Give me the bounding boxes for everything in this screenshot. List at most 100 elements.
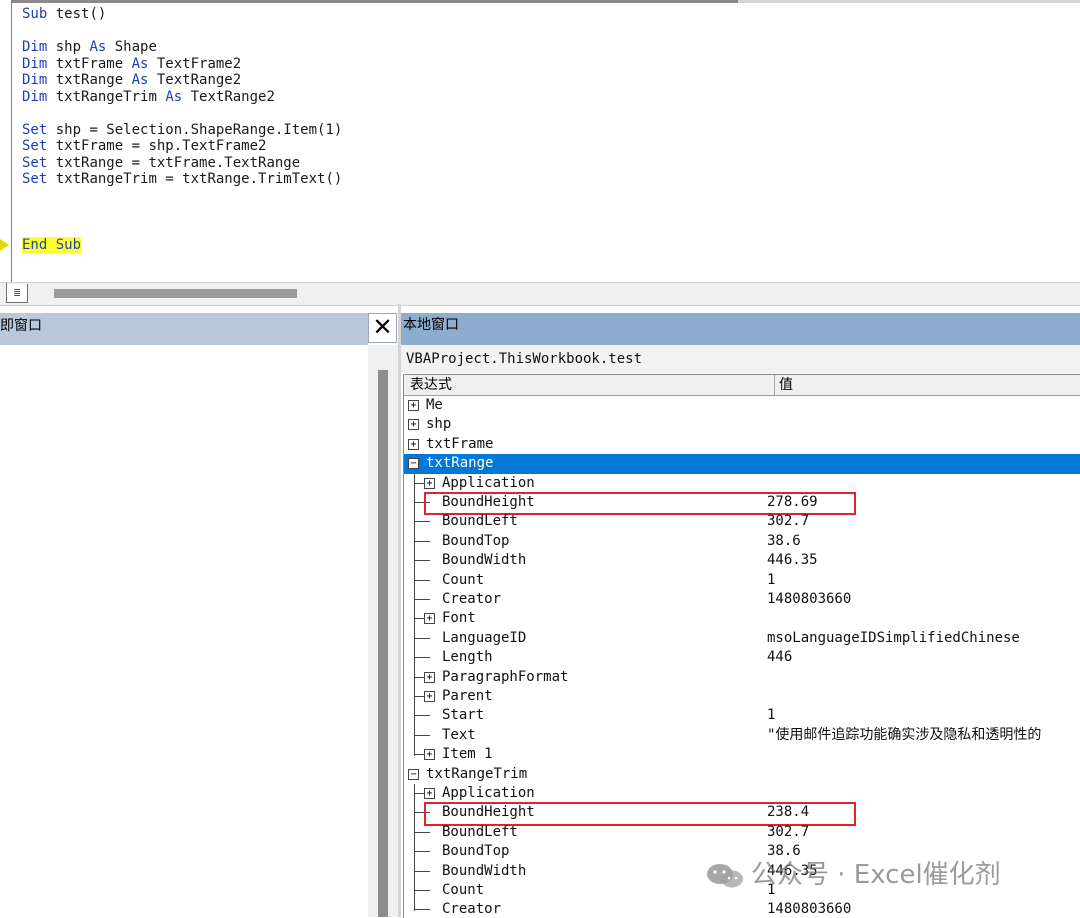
editor-horizontal-scrollbar[interactable]: ≣ — [0, 282, 1080, 306]
expand-icon[interactable]: + — [424, 477, 435, 489]
row-expression: Count — [442, 882, 485, 898]
row-value: 446.35 — [767, 552, 818, 569]
collapse-icon[interactable]: − — [408, 458, 419, 470]
locals-row[interactable]: Length 446 — [404, 648, 1080, 667]
close-button[interactable]: ✕ — [368, 313, 397, 343]
row-expression: txtRange — [426, 455, 494, 472]
code-line[interactable]: Set shp = Selection.ShapeRange.Item(1) — [22, 122, 342, 139]
locals-context-label: VBAProject.ThisWorkbook.test — [406, 351, 643, 367]
expand-icon[interactable]: + — [424, 671, 435, 683]
keyword: Sub — [22, 6, 48, 22]
expand-icon[interactable]: + — [424, 749, 435, 761]
editor-top-border-light — [738, 0, 1080, 3]
code-line[interactable] — [22, 188, 342, 205]
tree-connector — [414, 784, 415, 912]
locals-row[interactable]: + Application — [404, 474, 1080, 493]
immediate-scroll-thumb[interactable] — [378, 370, 388, 917]
keyword: As — [165, 88, 183, 105]
row-expression: BoundWidth — [442, 862, 527, 879]
locals-row[interactable]: + shp — [404, 415, 1080, 434]
locals-context-bar[interactable]: VBAProject.ThisWorkbook.test — [401, 345, 1080, 373]
row-expression: Application — [442, 474, 535, 491]
row-expression: Start — [442, 707, 485, 724]
row-value: 1 — [767, 571, 776, 588]
code-line[interactable]: Set txtRangeTrim = txtRange.TrimText() — [22, 171, 342, 188]
locals-row[interactable]: Start 1 — [404, 706, 1080, 725]
row-expression: BoundTop — [442, 843, 510, 860]
tree-connector — [414, 560, 430, 562]
immediate-window-body[interactable] — [0, 345, 368, 917]
expand-icon[interactable]: + — [424, 788, 435, 799]
keyword: As — [89, 39, 107, 55]
tree-connector — [414, 734, 430, 736]
locals-row[interactable]: + Font — [404, 609, 1080, 628]
locals-row[interactable]: Count 1 — [404, 571, 1080, 590]
watermark-text: 公众号 · Excel催化剂 — [751, 860, 1001, 890]
horizontal-scroll-thumb[interactable] — [54, 289, 297, 298]
immediate-window-title-bar: 即窗口 — [0, 313, 368, 345]
locals-row[interactable]: Text "使用邮件追踪功能确实涉及隐私和透明性的 — [404, 726, 1080, 745]
pane-splitter[interactable] — [398, 304, 401, 917]
locals-row[interactable]: LanguageID msoLanguageIDSimplifiedChinese — [404, 629, 1080, 648]
keyword: Set — [22, 154, 48, 171]
code-line[interactable]: Dim txtFrame As TextFrame2 — [22, 56, 342, 73]
locals-row[interactable]: + Parent — [404, 687, 1080, 706]
row-value: 38.6 — [767, 532, 801, 549]
expand-icon[interactable]: + — [424, 691, 435, 702]
code-line[interactable] — [22, 204, 342, 221]
locals-row[interactable]: + Item 1 — [404, 745, 1080, 764]
code-line[interactable]: Dim shp As Shape — [22, 39, 342, 56]
column-header-value[interactable]: 值 — [774, 375, 793, 395]
code-editor[interactable]: Sub test() Dim shp As Shape Dim txtFrame A… — [0, 0, 1080, 282]
tree-connector — [414, 831, 430, 833]
code-line[interactable]: End Sub — [22, 237, 342, 254]
code-line[interactable]: Dim txtRange As TextRange2 — [22, 72, 342, 89]
code-line[interactable]: Dim txtRangeTrim As TextRange2 — [22, 89, 342, 106]
locals-row[interactable]: BoundLeft 302.7 — [404, 512, 1080, 531]
row-value: msoLanguageIDSimplifiedChinese — [767, 629, 1020, 646]
tree-connector — [414, 909, 430, 911]
code-line[interactable] — [22, 23, 342, 40]
tree-connector — [414, 657, 430, 659]
locals-row[interactable]: BoundWidth 446.35 — [404, 551, 1080, 570]
code-lines[interactable]: Sub test() Dim shp As Shape Dim txtFrame A… — [22, 6, 342, 254]
locals-row[interactable]: BoundLeft 302.7 — [404, 823, 1080, 842]
row-value: 302.7 — [767, 823, 810, 840]
keyword: Dim — [22, 39, 48, 55]
code-line[interactable] — [22, 221, 342, 238]
locals-row[interactable]: BoundTop 38.6 — [404, 532, 1080, 551]
code-line[interactable]: Sub test() — [22, 6, 342, 23]
keyword: Set — [22, 171, 48, 187]
locals-grid[interactable]: 表达式 值 + Me + shp + txtFrame − txtRange + Applicat… — [403, 374, 1080, 918]
locals-row[interactable]: + Me — [404, 396, 1080, 415]
row-value: 446 — [767, 649, 793, 666]
locals-row[interactable]: − txtRange — [404, 454, 1080, 474]
keyword: Dim — [22, 72, 48, 88]
keyword: Dim — [22, 88, 48, 105]
tree-connector — [414, 540, 430, 542]
expand-icon[interactable]: + — [408, 438, 419, 450]
locals-row[interactable]: + Application — [404, 784, 1080, 803]
collapse-icon[interactable]: − — [408, 768, 419, 780]
column-header-expression[interactable]: 表达式 — [410, 375, 452, 395]
locals-row[interactable]: + ParagraphFormat — [404, 668, 1080, 687]
row-expression: Item 1 — [442, 746, 493, 763]
code-line[interactable]: Set txtFrame = shp.TextFrame2 — [22, 138, 342, 155]
row-expression: Length — [442, 649, 493, 666]
row-value: 1480803660 — [767, 591, 852, 607]
expand-icon[interactable]: + — [408, 400, 419, 411]
expand-icon[interactable]: + — [424, 613, 435, 625]
watermark: 公众号 · Excel催化剂 — [705, 855, 1001, 895]
row-value: 1 — [767, 707, 776, 724]
locals-row[interactable]: Creator 1480803660 — [404, 590, 1080, 609]
code-line[interactable]: Set txtRange = txtFrame.TextRange — [22, 155, 342, 172]
expand-icon[interactable]: + — [408, 419, 419, 431]
locals-row[interactable]: − txtRangeTrim — [404, 765, 1080, 784]
keyword: End — [22, 237, 48, 253]
locals-row[interactable]: + txtFrame — [404, 435, 1080, 454]
row-expression: Font — [442, 610, 476, 627]
full-module-view-icon[interactable]: ≣ — [6, 284, 28, 303]
locals-row[interactable]: Creator 1480803660 — [404, 900, 1080, 918]
code-line[interactable] — [22, 105, 342, 122]
row-expression: Creator — [442, 901, 502, 918]
